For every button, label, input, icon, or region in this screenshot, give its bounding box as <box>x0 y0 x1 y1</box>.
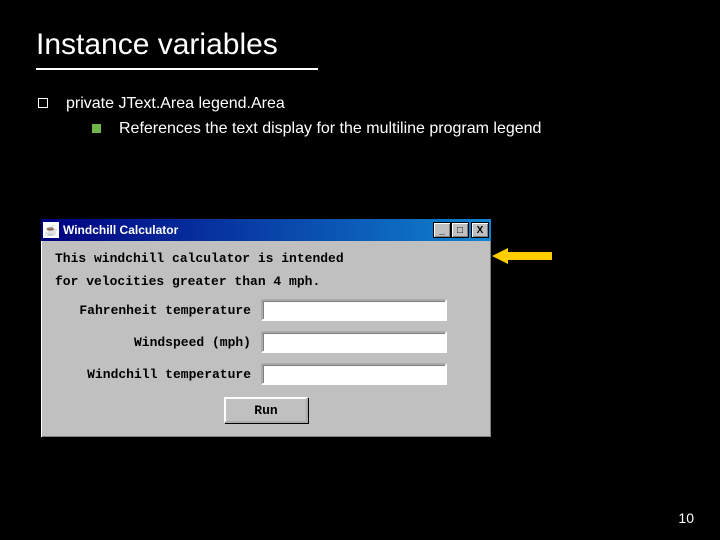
maximize-button[interactable]: □ <box>451 222 469 238</box>
run-row: Run <box>55 397 477 423</box>
square-bullet-icon <box>38 98 48 108</box>
fahrenheit-label: Fahrenheit temperature <box>55 303 261 318</box>
minimize-icon: _ <box>439 225 445 236</box>
legend-line-1: This windchill calculator is intended <box>55 251 477 266</box>
row-fahrenheit: Fahrenheit temperature <box>55 299 477 321</box>
bullet-area: private JText.Area legend.Area Reference… <box>36 92 684 140</box>
app-icon: ☕ <box>43 222 59 238</box>
window-title: Windchill Calculator <box>63 223 433 237</box>
arrow-left-icon <box>492 248 508 264</box>
screenshot-dialog-wrap: ☕ Windchill Calculator _ □ X This windch… <box>40 218 492 438</box>
page-number: 10 <box>678 510 694 526</box>
fahrenheit-input[interactable] <box>261 299 447 321</box>
square-fill-bullet-icon <box>92 124 101 133</box>
row-windspeed: Windspeed (mph) <box>55 331 477 353</box>
arrow-shaft <box>508 252 552 260</box>
maximize-icon: □ <box>457 225 463 236</box>
row-windchill: Windchill temperature <box>55 363 477 385</box>
legend-line-2: for velocities greater than 4 mph. <box>55 274 477 289</box>
minimize-button[interactable]: _ <box>433 222 451 238</box>
run-button[interactable]: Run <box>224 397 308 423</box>
bullet-1-content: private JText.Area legend.Area Reference… <box>66 92 541 140</box>
bullet-level-1: private JText.Area legend.Area Reference… <box>38 92 684 140</box>
bullet-1-text: private JText.Area legend.Area <box>66 92 541 115</box>
titlebar-buttons: _ □ X <box>433 222 489 238</box>
close-icon: X <box>477 225 484 236</box>
windchill-label: Windchill temperature <box>55 367 261 382</box>
windchill-dialog: ☕ Windchill Calculator _ □ X This windch… <box>40 218 492 438</box>
close-button[interactable]: X <box>471 222 489 238</box>
callout-arrow <box>492 248 552 264</box>
windchill-input[interactable] <box>261 363 447 385</box>
windspeed-input[interactable] <box>261 331 447 353</box>
run-button-label: Run <box>254 403 277 418</box>
bullet-2-text: References the text display for the mult… <box>119 117 541 140</box>
bullet-level-2: References the text display for the mult… <box>92 117 541 140</box>
slide-title: Instance variables <box>36 28 318 70</box>
windspeed-label: Windspeed (mph) <box>55 335 261 350</box>
dialog-client-area: This windchill calculator is intended fo… <box>41 241 491 437</box>
titlebar: ☕ Windchill Calculator _ □ X <box>41 219 491 241</box>
slide-body: Instance variables private JText.Area le… <box>0 0 720 140</box>
